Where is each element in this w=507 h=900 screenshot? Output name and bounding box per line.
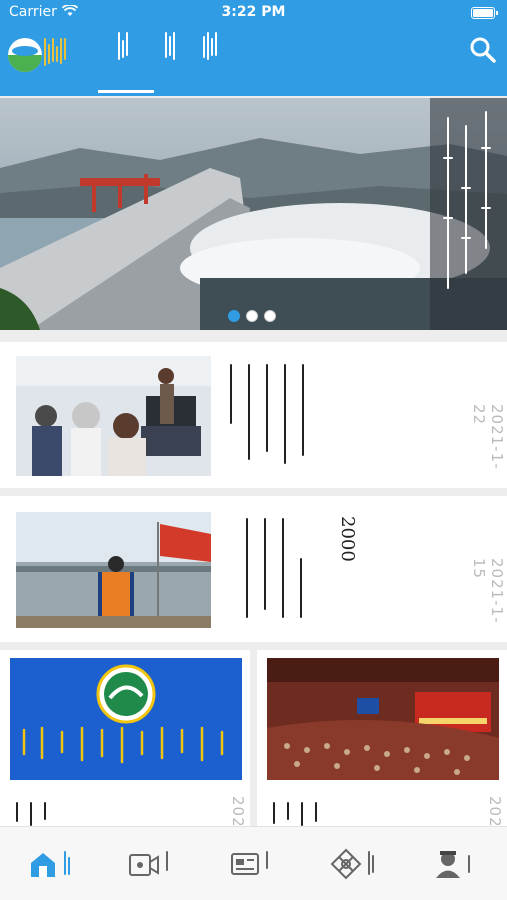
news-title-script (246, 518, 302, 628)
tab-knot[interactable] (330, 841, 374, 887)
tab-label (266, 851, 268, 877)
hero-carousel[interactable] (0, 98, 507, 330)
news-card[interactable]: 2021-1-22 (0, 342, 507, 488)
carousel-pagination[interactable] (228, 310, 276, 322)
carousel-dot[interactable] (246, 310, 258, 322)
grid-card[interactable]: 2021 (257, 650, 507, 838)
grid-title-script (16, 802, 46, 826)
bottom-tab-bar (0, 826, 507, 900)
tab-label (166, 851, 168, 877)
video-icon (129, 854, 159, 876)
tab-third[interactable] (203, 32, 217, 62)
status-bar: Carrier 3:22 PM (0, 0, 507, 26)
tab-me[interactable] (434, 841, 470, 887)
news-title-script (230, 364, 304, 474)
battery-icon (471, 7, 498, 19)
news-title-number: 2000 (337, 516, 358, 562)
id-card-icon (231, 853, 259, 875)
tab-label (64, 851, 70, 877)
news-date: 2021-1-15 (470, 558, 506, 624)
logo-globe-icon (8, 38, 42, 72)
news-thumbnail (16, 512, 211, 628)
tab-label (468, 851, 470, 877)
top-navbar (0, 26, 507, 96)
news-thumbnail (16, 356, 211, 476)
tab-home[interactable] (28, 841, 70, 887)
clock: 3:22 PM (221, 4, 286, 20)
app-name-script (44, 38, 66, 68)
news-card[interactable]: 2000 2021-1-15 (0, 496, 507, 642)
grid-card[interactable]: 2021 (0, 650, 250, 838)
carousel-dot[interactable] (264, 310, 276, 322)
search-icon[interactable] (469, 36, 497, 64)
active-tab-indicator (98, 90, 154, 93)
grid-thumbnail (10, 658, 242, 780)
dam-photo (0, 98, 507, 330)
grid-title-script (273, 802, 317, 826)
grid-thumbnail (267, 658, 499, 780)
knot-icon (330, 848, 362, 880)
home-icon (31, 853, 55, 877)
tab-video[interactable] (128, 841, 168, 887)
carousel-dot[interactable] (228, 310, 240, 322)
user-icon (436, 851, 460, 878)
tab-card[interactable] (230, 841, 268, 887)
news-date: 2021-1-22 (470, 404, 506, 470)
tab-label (368, 851, 374, 877)
tab-second[interactable] (165, 32, 175, 62)
tab-home[interactable] (118, 32, 128, 62)
